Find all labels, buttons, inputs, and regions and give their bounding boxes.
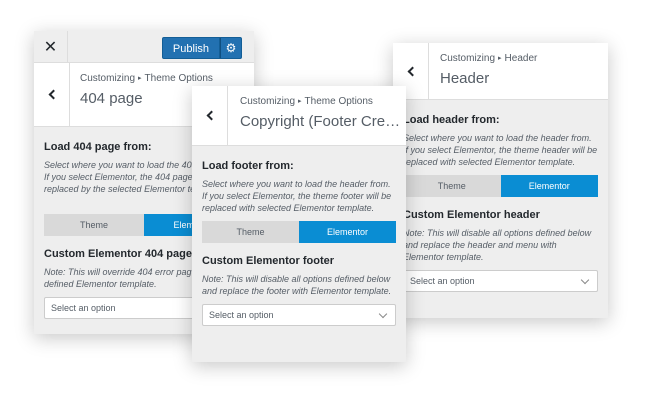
- chevron-left-icon: [407, 66, 417, 76]
- toggle-elementor-option[interactable]: Elementor: [500, 175, 598, 197]
- breadcrumb-theme-options: Theme Options: [304, 96, 373, 107]
- breadcrumb: Customizing ▸ Header: [440, 53, 608, 64]
- customizer-topbar: ✕ Publish ⚙: [34, 31, 254, 63]
- page-title: Header: [440, 70, 490, 87]
- load-source-toggle: Theme Elementor: [403, 175, 598, 197]
- breadcrumb-arrow-icon: ▸: [138, 75, 142, 82]
- gear-icon: ⚙: [225, 41, 237, 55]
- chevron-down-icon: [580, 275, 590, 285]
- select-placeholder: Select an option: [209, 310, 274, 320]
- section-content: Load footer from: Select where you want …: [192, 146, 406, 326]
- custom-template-description: Note: This will disable all options defi…: [403, 228, 592, 262]
- toggle-theme-option[interactable]: Theme: [202, 221, 299, 243]
- chevron-left-icon: [206, 110, 216, 121]
- chevron-left-icon: [48, 89, 58, 100]
- load-from-description: Select where you want to load the header…: [202, 179, 392, 213]
- publish-group: Publish ⚙: [161, 37, 242, 59]
- breadcrumb-header: Header: [504, 53, 538, 64]
- load-from-label: Load footer from:: [202, 160, 294, 172]
- breadcrumb: Customizing ▸ Theme Options: [240, 96, 406, 107]
- chevron-down-icon: [378, 309, 388, 319]
- close-icon: ✕: [43, 39, 58, 56]
- breadcrumb-customizing: Customizing: [440, 53, 496, 64]
- breadcrumb-arrow-icon: ▸: [298, 98, 302, 105]
- section-header: Customizing ▸ Theme Options Copyright (Foo…: [192, 86, 406, 146]
- back-button[interactable]: [192, 86, 228, 145]
- section-content: Load header from: Select where you want …: [393, 100, 608, 292]
- toggle-theme-option[interactable]: Theme: [44, 214, 144, 236]
- breadcrumb-theme-options: Theme Options: [144, 73, 213, 84]
- publish-button[interactable]: Publish: [161, 37, 220, 59]
- publish-settings-button[interactable]: ⚙: [220, 37, 242, 59]
- breadcrumb-arrow-icon: ▸: [498, 55, 502, 62]
- select-placeholder: Select an option: [410, 276, 475, 286]
- section-header: Customizing ▸ Header Header: [393, 43, 608, 100]
- back-button[interactable]: [34, 63, 70, 126]
- template-select[interactable]: Select an option: [403, 270, 598, 292]
- close-button[interactable]: ✕: [34, 31, 68, 63]
- load-source-toggle: Theme Elementor: [202, 221, 396, 243]
- toggle-theme-option[interactable]: Theme: [403, 175, 501, 197]
- page-title: Copyright (Footer Credits): [240, 113, 406, 130]
- customizer-panel-footer: Customizing ▸ Theme Options Copyright (Foo…: [192, 86, 406, 362]
- breadcrumb-customizing: Customizing: [240, 96, 296, 107]
- load-from-label: Load header from:: [403, 114, 500, 126]
- custom-template-label: Custom Elementor footer: [202, 255, 335, 267]
- custom-template-description: Note: This will disable all options defi…: [202, 274, 392, 296]
- template-select[interactable]: Select an option: [202, 304, 396, 326]
- select-placeholder: Select an option: [51, 303, 116, 313]
- load-from-description: Select where you want to load the header…: [403, 133, 598, 167]
- toggle-elementor-option[interactable]: Elementor: [299, 221, 396, 243]
- breadcrumb: Customizing ▸ Theme Options: [80, 73, 254, 84]
- breadcrumb-customizing: Customizing: [80, 73, 136, 84]
- customizer-panel-header: Customizing ▸ Header Header Load header fr…: [393, 43, 608, 318]
- custom-template-label: Custom Elementor header: [403, 209, 540, 221]
